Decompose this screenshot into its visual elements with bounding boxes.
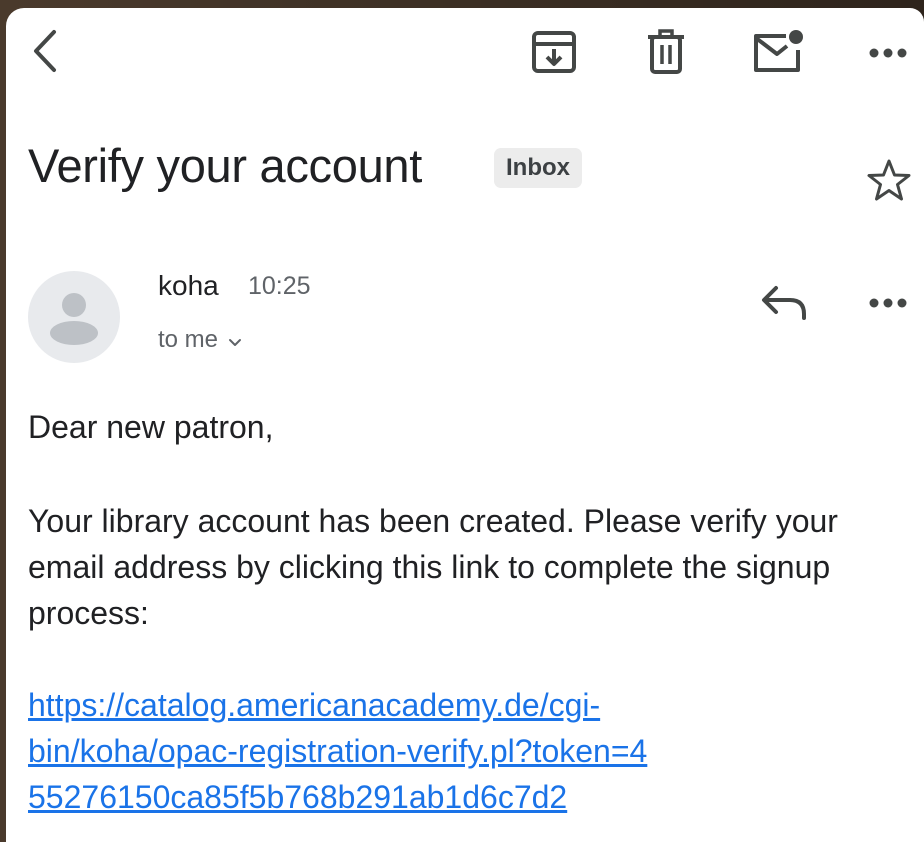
archive-icon [532, 31, 576, 73]
sender-name[interactable]: koha [158, 270, 219, 302]
star-outline-icon [867, 159, 911, 201]
email-screen: Verify your account Inbox koha 10:25 to … [6, 8, 924, 842]
sent-time: 10:25 [248, 272, 311, 300]
top-toolbar [6, 8, 924, 98]
email-greeting: Dear new patron, [28, 409, 274, 445]
person-avatar-icon [50, 293, 98, 345]
recipient-details-toggle[interactable]: to me [158, 326, 242, 355]
verification-link[interactable]: https://catalog.americanacademy.de/cgi- … [28, 682, 828, 820]
archive-button[interactable] [528, 26, 580, 78]
chevron-left-icon [34, 30, 56, 72]
verification-link-line: https://catalog.americanacademy.de/cgi- [28, 687, 601, 723]
more-horizontal-icon [869, 298, 907, 308]
inbox-label-chip[interactable]: Inbox [494, 148, 582, 188]
message-more-button[interactable] [862, 276, 914, 326]
star-button[interactable] [864, 156, 914, 206]
verification-link-line: bin/koha/opac-registration-verify.pl?tok… [28, 733, 648, 769]
subject-row: Verify your account Inbox [28, 136, 911, 206]
mark-unread-button[interactable] [750, 26, 803, 78]
email-subject: Verify your account [28, 139, 423, 192]
mark-unread-icon [754, 30, 803, 72]
trash-icon [648, 29, 684, 74]
email-body-paragraph: Your library account has been created. P… [28, 503, 838, 631]
back-button[interactable] [26, 26, 66, 76]
recipient-label: to me [158, 326, 219, 353]
delete-button[interactable] [640, 26, 692, 78]
reply-icon [762, 286, 806, 320]
chevron-down-icon [229, 338, 242, 346]
verification-link-line: 55276150ca85f5b768b291ab1d6c7d2 [28, 779, 568, 815]
device-frame: Verify your account Inbox koha 10:25 to … [0, 0, 924, 842]
more-options-button[interactable] [862, 26, 914, 78]
reply-button[interactable] [758, 276, 812, 326]
more-horizontal-icon [869, 48, 907, 58]
sender-avatar[interactable] [28, 271, 120, 363]
